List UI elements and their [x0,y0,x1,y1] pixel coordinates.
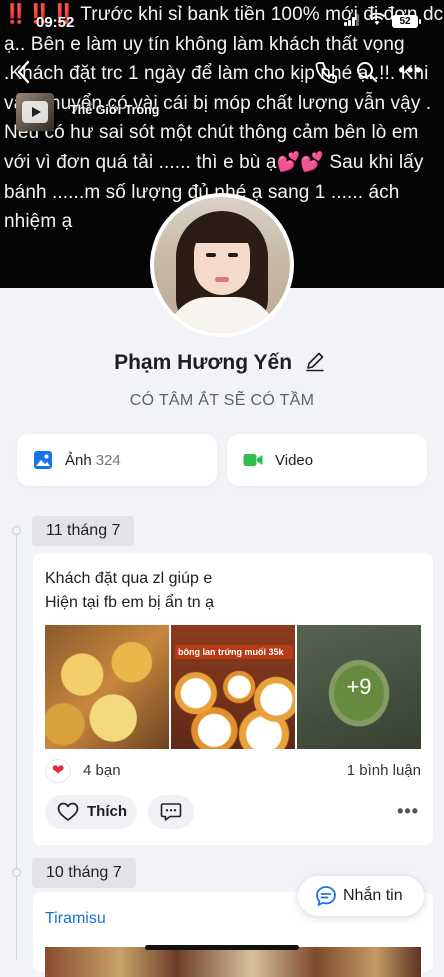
like-label: Thích [87,803,127,820]
post-link[interactable]: Tiramisu [45,910,106,928]
music-title: Thế Giới Trong [70,103,160,117]
post-text: Khách đặt qua zl giúp e Hiện tại fb em b… [45,570,214,611]
photos-button[interactable]: Ảnh 324 [17,434,217,486]
back-arrow-icon[interactable] [14,58,34,86]
like-button[interactable]: Thích [45,795,137,829]
heart-outline-icon [57,802,79,821]
battery-icon: 52 [392,15,421,28]
avatar[interactable] [150,193,294,337]
status-bar: 09:52 52 [0,0,444,36]
timeline-dot [12,526,21,535]
search-icon[interactable] [354,58,380,86]
photos-label-text: Ảnh [65,452,92,469]
timeline-dot [12,868,21,877]
message-button[interactable]: Nhắn tin [298,876,424,916]
post-photo[interactable] [45,625,169,749]
chat-bubble-icon [316,886,336,906]
profile-music[interactable]: Thế Giới Trong [16,93,186,131]
home-indicator [145,945,299,950]
comment-count[interactable]: 1 bình luận [347,762,421,779]
post-more-icon[interactable]: ••• [397,801,419,822]
top-bar: ••• [0,56,444,92]
video-camera-icon [243,454,263,466]
play-icon [22,101,48,123]
profile-name-text: Phạm Hương Yến [114,351,293,374]
date-chip: 11 tháng 7 [32,516,135,546]
video-button[interactable]: Video [227,434,427,486]
signal-icon [344,14,362,26]
more-dots-icon[interactable]: ••• [390,58,432,86]
timeline-line [16,530,17,960]
post-photo[interactable]: +9 [297,625,421,749]
status-time: 09:52 [36,14,75,31]
avatar-photo [154,197,290,333]
post-photo[interactable]: bông lan trứng muối 35k [171,625,295,749]
video-label: Video [275,452,314,469]
wifi-icon [369,13,385,25]
reaction-count: 4 bạn [83,762,121,779]
image-icon [34,451,52,469]
photo-caption: bông lan trứng muối 35k [175,645,293,659]
post-card[interactable]: Khách đặt qua zl giúp e Hiện tại fb em b… [33,553,433,845]
photos-count: 324 [95,452,121,469]
more-photos-count: +9 [297,625,421,749]
music-thumbnail [16,93,54,131]
profile-name: Phạm Hương Yến [0,350,444,375]
message-label: Nhắn tin [343,887,403,904]
heart-reaction-icon: ❤ [45,759,71,783]
profile-bio: CÓ TÂM ẮT SẼ CÓ TẦM [129,392,315,409]
post-photo-grid[interactable]: bông lan trứng muối 35k +9 [45,625,421,749]
post-photo-strip[interactable] [45,947,421,977]
comment-button[interactable] [148,795,194,829]
pencil-icon[interactable] [304,350,326,372]
comment-icon [160,803,182,821]
date-chip: 10 tháng 7 [32,858,136,888]
phone-icon[interactable] [312,58,338,86]
photos-label: Ảnh 324 [65,452,121,469]
